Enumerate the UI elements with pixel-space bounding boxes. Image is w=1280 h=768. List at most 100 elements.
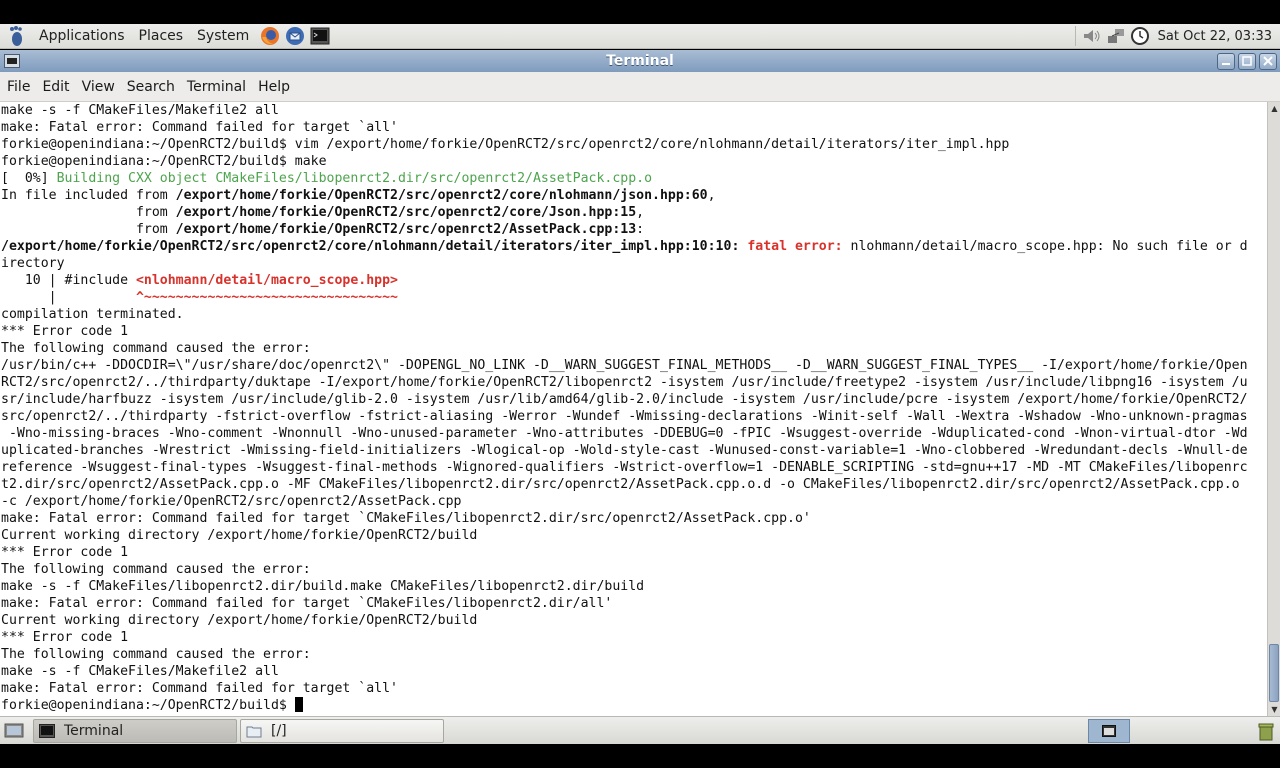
- network-icon[interactable]: [1105, 25, 1127, 47]
- terminal-line: 10 | #include <nlohmann/detail/macro_sco…: [1, 272, 1248, 289]
- terminal-line: -c /export/home/forkie/OpenRCT2/src/open…: [1, 494, 462, 509]
- minimize-icon: [1222, 63, 1230, 65]
- terminal-segment: from: [1, 222, 176, 237]
- folder-icon: [245, 723, 263, 739]
- terminal-line: Current working directory /export/home/f…: [1, 613, 478, 628]
- terminal-segment: <nlohmann/detail/macro_scope.hpp>: [135, 273, 398, 288]
- terminal-line: -Wno-missing-braces -Wno-comment -Wnonnu…: [1, 426, 1248, 441]
- terminal-segment: /export/home/forkie/OpenRCT2/src/openrct…: [175, 188, 708, 203]
- terminal-line: *** Error code 1: [1, 545, 129, 560]
- close-button[interactable]: [1259, 52, 1277, 70]
- terminal-launcher-icon[interactable]: [309, 25, 331, 47]
- window-menu-icon[interactable]: [4, 54, 20, 68]
- terminal-line: src/openrct2/../thirdparty -fstrict-over…: [1, 409, 1248, 424]
- terminal-line: make -s -f CMakeFiles/libopenrct2.dir/bu…: [1, 579, 645, 594]
- terminal-icon: [38, 723, 56, 739]
- taskbar-label: Terminal: [64, 722, 124, 739]
- terminal-line: /usr/bin/c++ -DDOCDIR=\"/usr/share/doc/o…: [1, 358, 1248, 373]
- terminal-segment: In file included from: [1, 188, 176, 203]
- terminal-segment: nlohmann/detail/macro_scope.hpp: No such…: [850, 239, 1248, 254]
- scroll-up-icon[interactable]: ▲: [1268, 102, 1280, 115]
- menu-file[interactable]: File: [1, 79, 36, 95]
- workspace-switcher[interactable]: [1088, 718, 1130, 743]
- terminal-line: make -s -f CMakeFiles/Makefile2 all: [1, 664, 279, 679]
- terminal-line: The following command caused the error:: [1, 341, 311, 356]
- terminal-segment: Building CXX object CMakeFiles/libopenrc…: [56, 171, 653, 186]
- terminal-line: make: Fatal error: Command failed for ta…: [1, 511, 811, 526]
- menu-terminal[interactable]: Terminal: [181, 79, 252, 95]
- clock[interactable]: Sat Oct 22, 03:33: [1152, 29, 1280, 44]
- menu-help[interactable]: Help: [252, 79, 296, 95]
- maximize-button[interactable]: [1238, 52, 1256, 70]
- terminal-line: forkie@openindiana:~/OpenRCT2/build$ mak…: [1, 154, 327, 169]
- terminal-line: *** Error code 1: [1, 324, 129, 339]
- close-icon: [1263, 56, 1273, 66]
- terminal-line: make: Fatal error: Command failed for ta…: [1, 596, 613, 611]
- scroll-thumb[interactable]: [1269, 644, 1279, 702]
- terminal-segment: 10 | #include: [1, 273, 136, 288]
- terminal-menubar: File Edit View Search Terminal Help: [0, 72, 1280, 102]
- terminal-line: t2.dir/src/openrct2/AssetPack.cpp.o -MF …: [1, 477, 1240, 492]
- terminal-line: The following command caused the error:: [1, 647, 311, 662]
- terminal-line: *** Error code 1: [1, 630, 129, 645]
- applications-menu[interactable]: Applications: [32, 28, 132, 44]
- thunderbird-launcher-icon[interactable]: [284, 25, 306, 47]
- window-title: Terminal: [606, 53, 674, 69]
- workspace-window-icon: [1102, 724, 1116, 737]
- taskbar-label: [/]: [271, 722, 287, 739]
- terminal-lines: make -s -f CMakeFiles/Makefile2 all make:…: [1, 102, 1248, 714]
- taskbar-terminal[interactable]: Terminal: [33, 718, 237, 743]
- terminal-line: irectory: [1, 256, 65, 271]
- terminal-segment: |: [1, 290, 136, 305]
- terminal-line: make: Fatal error: Command failed for ta…: [1, 681, 398, 696]
- gnome-foot-icon[interactable]: [6, 25, 28, 47]
- menu-edit[interactable]: Edit: [36, 79, 75, 95]
- show-desktop-icon[interactable]: [3, 721, 25, 741]
- terminal-line: sr/include/harfbuzz -isystem /usr/includ…: [1, 392, 1248, 407]
- terminal-line: forkie@openindiana:~/OpenRCT2/build$ vim…: [1, 137, 1010, 152]
- tray-separator: [1074, 26, 1076, 46]
- terminal-segment: ,: [707, 188, 716, 203]
- terminal-segment: ^~~~~~~~~~~~~~~~~~~~~~~~~~~~~~~~~: [135, 290, 398, 305]
- terminal-line: In file included from /export/home/forki…: [1, 187, 1248, 204]
- terminal-line: | ^~~~~~~~~~~~~~~~~~~~~~~~~~~~~~~~~: [1, 289, 1248, 306]
- window-titlebar[interactable]: Terminal: [0, 50, 1280, 72]
- terminal-line: make: Fatal error: Command failed for ta…: [1, 120, 398, 135]
- vertical-scrollbar[interactable]: ▲ ▼: [1267, 102, 1280, 716]
- system-menu[interactable]: System: [190, 28, 256, 44]
- trash-icon[interactable]: [1255, 720, 1277, 742]
- terminal-line: Current working directory /export/home/f…: [1, 528, 478, 543]
- clock-applet-icon[interactable]: [1129, 25, 1151, 47]
- terminal-line: from /export/home/forkie/OpenRCT2/src/op…: [1, 204, 1248, 221]
- firefox-launcher-icon[interactable]: [259, 25, 281, 47]
- terminal-line: uplicated-branches -Wrestrict -Wmissing-…: [1, 443, 1248, 458]
- menu-view[interactable]: View: [76, 79, 121, 95]
- terminal-segment: [ 0%]: [1, 171, 57, 186]
- terminal-line: forkie@openindiana:~/OpenRCT2/build$: [1, 697, 1248, 714]
- terminal-line: [ 0%] Building CXX object CMakeFiles/lib…: [1, 170, 1248, 187]
- text-cursor: [294, 697, 303, 712]
- terminal-line: compilation terminated.: [1, 307, 184, 322]
- volume-icon[interactable]: [1081, 25, 1103, 47]
- menu-search[interactable]: Search: [121, 79, 181, 95]
- maximize-icon: [1242, 56, 1252, 66]
- terminal-output[interactable]: make -s -f CMakeFiles/Makefile2 all make:…: [0, 102, 1267, 716]
- terminal-segment: /export/home/forkie/OpenRCT2/src/openrct…: [175, 205, 637, 220]
- terminal-line: RCT2/src/openrct2/../thirdparty/duktape …: [1, 375, 1248, 390]
- terminal-line: from /export/home/forkie/OpenRCT2/src/op…: [1, 221, 1248, 238]
- terminal-segment: fatal error:: [747, 239, 851, 254]
- taskbar-folder[interactable]: [/]: [240, 718, 444, 743]
- terminal-segment: from: [1, 205, 176, 220]
- scroll-down-icon[interactable]: ▼: [1268, 703, 1280, 716]
- places-menu[interactable]: Places: [132, 28, 191, 44]
- top-panel: Applications Places System Sat Oct 22, 0…: [0, 24, 1280, 49]
- letterbox-bottom: [0, 744, 1280, 768]
- terminal-line: The following command caused the error:: [1, 562, 311, 577]
- terminal-line: /export/home/forkie/OpenRCT2/src/openrct…: [1, 238, 1248, 255]
- terminal-segment: forkie@openindiana:~/OpenRCT2/build$: [1, 698, 295, 713]
- letterbox-top: [0, 0, 1280, 24]
- terminal-line: reference -Wsuggest-final-types -Wsugges…: [1, 460, 1248, 475]
- minimize-button[interactable]: [1217, 52, 1235, 70]
- terminal-segment: /export/home/forkie/OpenRCT2/src/openrct…: [175, 222, 637, 237]
- bottom-panel: Terminal [/]: [0, 716, 1280, 744]
